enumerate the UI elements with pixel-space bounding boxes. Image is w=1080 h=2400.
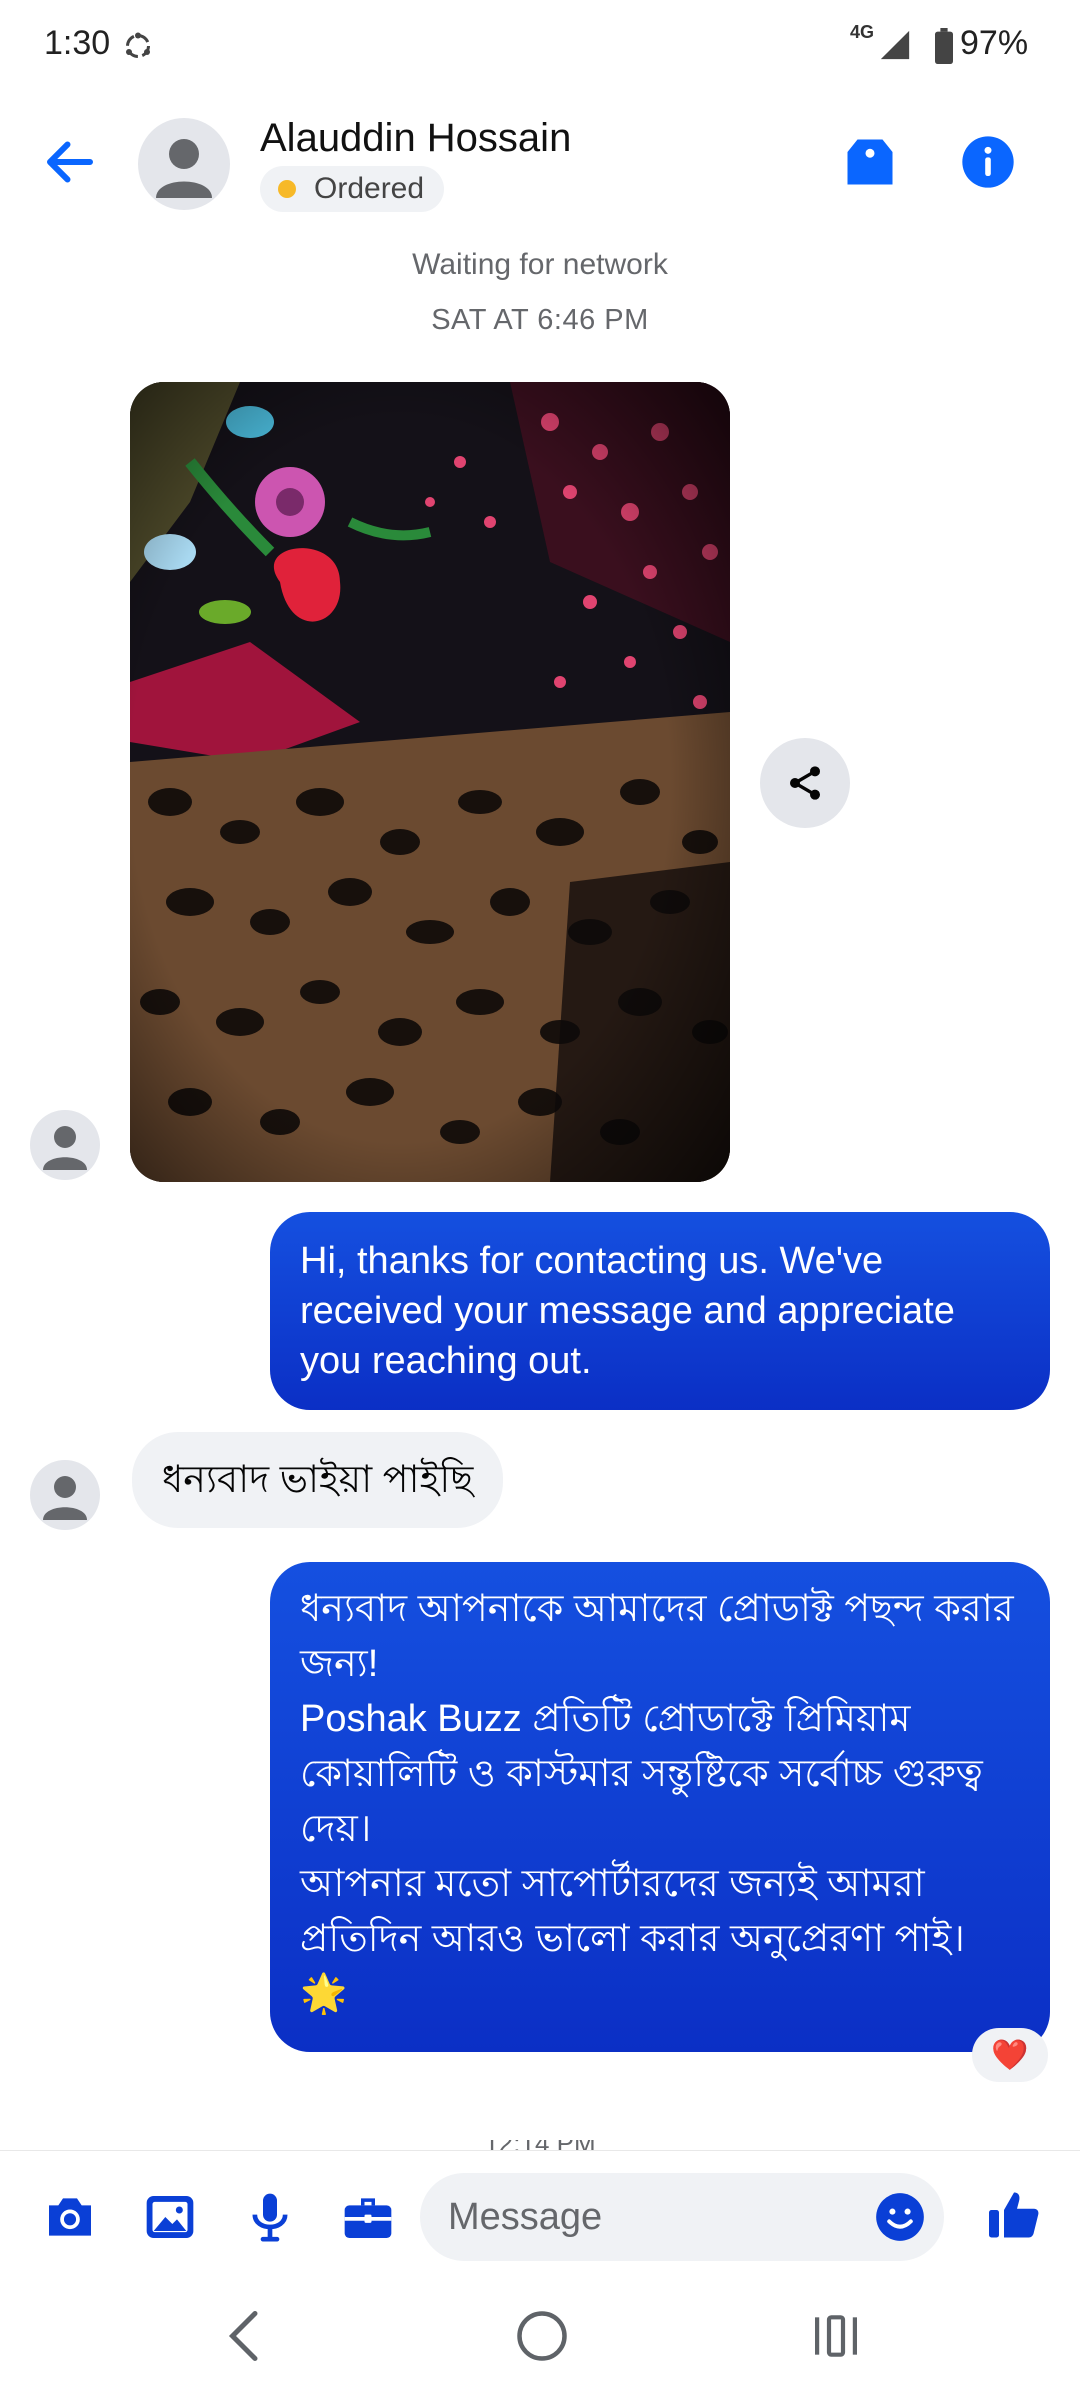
thumbs-up-icon[interactable]: [984, 2185, 1044, 2245]
gallery-icon[interactable]: [142, 2189, 198, 2245]
status-time: 1:30: [44, 24, 111, 62]
message-composer: [0, 2150, 1080, 2275]
heart-reaction: ❤️: [991, 2038, 1029, 2072]
network-status: Waiting for network: [412, 248, 668, 281]
share-button[interactable]: [760, 738, 850, 828]
message-text: ধন্যবাদ আপনাকে আমাদের প্রোডাক্ট পছন্দ কর…: [300, 1588, 1014, 2015]
incoming-message[interactable]: ধন্যবাদ ভাইয়া পাইছি: [132, 1432, 504, 1528]
person-icon: [156, 139, 212, 198]
person-icon: [43, 1476, 87, 1520]
battery-level: 97%: [960, 24, 1029, 62]
fabric-photo-image: [130, 382, 730, 1182]
tag-icon[interactable]: [840, 132, 900, 192]
date-separator: SAT AT 6:46 PM: [431, 304, 649, 336]
signal-icon: [880, 30, 910, 60]
system-nav-bar: [0, 2274, 1080, 2400]
nav-home-icon[interactable]: [512, 2306, 572, 2366]
nav-recent-icon[interactable]: [806, 2308, 866, 2364]
shared-photo[interactable]: [130, 382, 730, 1182]
sync-icon: [126, 32, 150, 58]
microphone-icon[interactable]: [242, 2189, 298, 2245]
camera-icon[interactable]: [42, 2189, 98, 2245]
battery-icon: [935, 28, 953, 64]
contact-name[interactable]: Alauddin Hossain: [260, 116, 571, 161]
outgoing-message[interactable]: ধন্যবাদ আপনাকে আমাদের প্রোডাক্ট পছন্দ কর…: [270, 1562, 1050, 2052]
message-input[interactable]: [420, 2173, 944, 2261]
sender-avatar[interactable]: [30, 1460, 100, 1530]
share-icon: [790, 766, 820, 800]
person-icon: [43, 1126, 87, 1170]
contact-avatar[interactable]: [138, 118, 230, 210]
order-status-label: Ordered: [314, 172, 425, 205]
sender-avatar[interactable]: [30, 1110, 100, 1180]
network-type: 4G: [850, 22, 875, 42]
info-icon[interactable]: [960, 134, 1016, 190]
message-reaction[interactable]: ❤️: [972, 2028, 1048, 2082]
back-arrow-icon[interactable]: [40, 132, 100, 192]
emoji-icon[interactable]: [874, 2191, 926, 2243]
nav-back-icon[interactable]: [220, 2306, 270, 2366]
order-status-badge[interactable]: Ordered: [260, 166, 445, 212]
outgoing-message[interactable]: Hi, thanks for contacting us. We've rece…: [270, 1212, 1050, 1410]
briefcase-icon[interactable]: [340, 2189, 396, 2245]
status-dot: [278, 180, 296, 198]
